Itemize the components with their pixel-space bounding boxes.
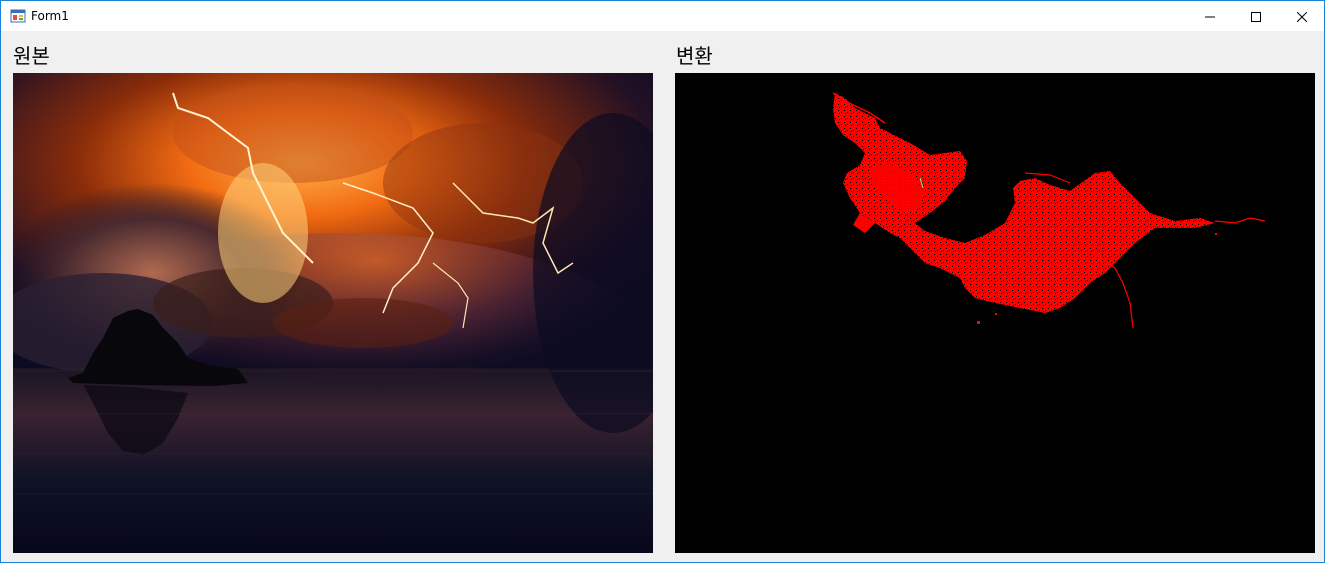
- title-bar[interactable]: Form1: [1, 1, 1324, 31]
- transformed-picture-box: [675, 73, 1315, 553]
- red-edge-mask: [832, 92, 1266, 329]
- maximize-button[interactable]: [1233, 1, 1279, 31]
- transformed-label: 변환: [676, 44, 713, 68]
- original-label: 원본: [13, 44, 50, 68]
- minimize-button[interactable]: [1187, 1, 1233, 31]
- close-icon: [1296, 7, 1308, 26]
- close-button[interactable]: [1279, 1, 1324, 31]
- minimize-icon: [1205, 7, 1215, 26]
- storm-photo: [13, 73, 653, 553]
- window-title: Form1: [31, 9, 69, 23]
- maximize-icon: [1251, 7, 1261, 26]
- form-window: Form1 원본 변환: [0, 0, 1325, 563]
- app-icon: [10, 8, 26, 24]
- original-picture-box: [13, 73, 653, 553]
